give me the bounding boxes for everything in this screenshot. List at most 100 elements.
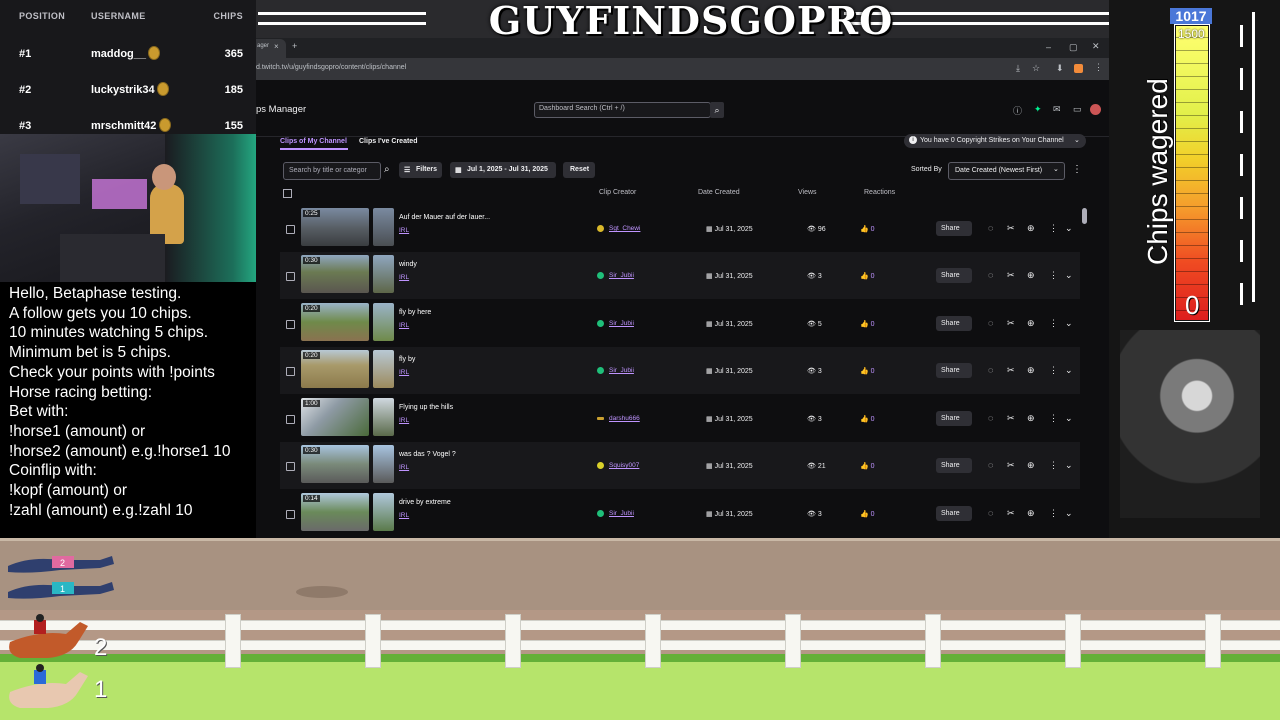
share-button[interactable]: Share	[936, 411, 972, 426]
more-options-icon[interactable]: ⋮	[1049, 508, 1058, 519]
add-circle-icon[interactable]: ⊕	[1027, 318, 1035, 329]
clip-reactions[interactable]: 👍 0	[860, 415, 875, 423]
add-circle-icon[interactable]: ⊕	[1027, 460, 1035, 471]
scrollbar[interactable]	[1082, 208, 1087, 224]
activity-icon[interactable]: ✦	[1034, 104, 1042, 115]
avatar[interactable]	[1090, 104, 1101, 115]
chevron-down-icon[interactable]: ⌄	[1065, 508, 1073, 519]
column-reactions[interactable]: Reactions	[864, 189, 895, 196]
select-all-checkbox[interactable]	[283, 189, 292, 198]
share-button[interactable]: Share	[936, 458, 972, 473]
column-views[interactable]: Views	[798, 189, 817, 196]
whispers-icon[interactable]: ▭	[1073, 104, 1082, 115]
clip-title[interactable]: fly by here	[399, 309, 431, 316]
extension-icon[interactable]	[1074, 64, 1083, 73]
tab-clips-of-my-channel[interactable]: Clips of My Channel	[280, 138, 347, 145]
maximize-icon[interactable]: ▢	[1069, 42, 1078, 53]
sort-dropdown[interactable]: Date Created (Newest First) ⌄	[948, 162, 1065, 180]
dashboard-search-input[interactable]: Dashboard Search (Ctrl + /)	[534, 102, 711, 118]
clip-category[interactable]: IRL	[399, 227, 409, 234]
copyright-strikes-dropdown[interactable]: i You have 0 Copyright Strikes on Your C…	[904, 134, 1086, 148]
add-circle-icon[interactable]: ⊕	[1027, 413, 1035, 424]
chevron-down-icon[interactable]: ⌄	[1065, 460, 1073, 471]
row-checkbox[interactable]	[286, 367, 295, 376]
add-circle-icon[interactable]: ⊕	[1027, 270, 1035, 281]
window-close-icon[interactable]: ✕	[1092, 41, 1100, 52]
tab-clips-i-created[interactable]: Clips I've Created	[359, 138, 417, 145]
more-options-icon[interactable]: ⋮	[1049, 318, 1058, 329]
scissors-icon[interactable]: ✂	[1007, 270, 1015, 281]
add-circle-icon[interactable]: ⊕	[1027, 365, 1035, 376]
clip-row[interactable]: 0:20 fly by IRL Sir_Jubii ▦ Jul 31, 2025…	[280, 347, 1080, 394]
scissors-icon[interactable]: ✂	[1007, 318, 1015, 329]
clip-creator[interactable]: Sir_Jubii	[609, 367, 634, 374]
row-checkbox[interactable]	[286, 272, 295, 281]
more-options-icon[interactable]: ⋮	[1049, 223, 1058, 234]
share-button[interactable]: Share	[936, 363, 972, 378]
clip-cycle-icon[interactable]: ◌	[988, 413, 993, 423]
row-checkbox[interactable]	[286, 415, 295, 424]
clip-cycle-icon[interactable]: ◌	[988, 508, 993, 518]
clip-title[interactable]: Flying up the hills	[399, 404, 453, 411]
filters-button[interactable]: ☰ Filters	[399, 162, 442, 178]
clip-creator[interactable]: Squisy007	[609, 462, 639, 469]
clip-reactions[interactable]: 👍 0	[860, 272, 875, 280]
share-button[interactable]: Share	[936, 316, 972, 331]
clip-row[interactable]: 0:30 windy IRL Sir_Jubii ▦ Jul 31, 2025 …	[280, 252, 1080, 299]
url-text[interactable]: d.twitch.tv/u/guyfindsgopro/content/clip…	[256, 64, 406, 71]
more-options-icon[interactable]: ⋮	[1049, 365, 1058, 376]
clip-reactions[interactable]: 👍 0	[860, 367, 875, 375]
clip-reactions[interactable]: 👍 0	[860, 320, 875, 328]
minimize-icon[interactable]: –	[1046, 42, 1051, 52]
row-checkbox[interactable]	[286, 320, 295, 329]
clip-reactions[interactable]: 👍 0	[860, 510, 875, 518]
share-button[interactable]: Share	[936, 506, 972, 521]
row-checkbox[interactable]	[286, 225, 295, 234]
clip-category[interactable]: IRL	[399, 417, 409, 424]
chevron-down-icon[interactable]: ⌄	[1065, 270, 1073, 281]
share-button[interactable]: Share	[936, 268, 972, 283]
clip-row[interactable]: 0:14 drive by extreme IRL Sir_Jubii ▦ Ju…	[280, 490, 1080, 537]
clip-title[interactable]: was das ? Vogel ?	[399, 451, 456, 458]
share-button[interactable]: Share	[936, 221, 972, 236]
more-options-icon[interactable]: ⋮	[1049, 270, 1058, 281]
clip-cycle-icon[interactable]: ◌	[988, 318, 993, 328]
column-clip-creator[interactable]: Clip Creator	[599, 189, 636, 196]
clip-category[interactable]: IRL	[399, 512, 409, 519]
search-icon[interactable]: ⌕	[710, 102, 724, 118]
clip-title[interactable]: drive by extreme	[399, 499, 451, 506]
more-options-icon[interactable]: ⋮	[1049, 460, 1058, 471]
clip-row[interactable]: 1:00 Flying up the hills IRL darshu666 ▦…	[280, 395, 1080, 442]
chevron-down-icon[interactable]: ⌄	[1065, 318, 1073, 329]
browser-menu-icon[interactable]: ⋮	[1094, 62, 1103, 73]
clip-cycle-icon[interactable]: ◌	[988, 460, 993, 470]
more-options-icon[interactable]: ⋮	[1049, 413, 1058, 424]
add-circle-icon[interactable]: ⊕	[1027, 223, 1035, 234]
clip-creator[interactable]: Sgt_Chewi	[609, 225, 640, 232]
clip-creator[interactable]: Sir_Jubii	[609, 320, 634, 327]
clip-cycle-icon[interactable]: ◌	[988, 223, 993, 233]
clip-category[interactable]: IRL	[399, 322, 409, 329]
clip-category[interactable]: IRL	[399, 274, 409, 281]
clip-category[interactable]: IRL	[399, 369, 409, 376]
row-checkbox[interactable]	[286, 462, 295, 471]
scissors-icon[interactable]: ✂	[1007, 413, 1015, 424]
date-range-button[interactable]: ▦ Jul 1, 2025 - Jul 31, 2025	[450, 162, 556, 178]
chevron-down-icon[interactable]: ⌄	[1065, 223, 1073, 234]
row-checkbox[interactable]	[286, 510, 295, 519]
scissors-icon[interactable]: ✂	[1007, 223, 1015, 234]
clip-row[interactable]: 0:25 Auf der Mauer auf der lauer... IRL …	[280, 205, 1080, 252]
clip-creator[interactable]: Sir_Jubii	[609, 272, 634, 279]
clip-reactions[interactable]: 👍 0	[860, 462, 875, 470]
chevron-down-icon[interactable]: ⌄	[1065, 365, 1073, 376]
chevron-down-icon[interactable]: ⌄	[1065, 413, 1073, 424]
clip-cycle-icon[interactable]: ◌	[988, 365, 993, 375]
reset-button[interactable]: Reset	[563, 162, 595, 178]
scissors-icon[interactable]: ✂	[1007, 508, 1015, 519]
browser-tab[interactable]: ager ×	[256, 39, 286, 58]
search-icon[interactable]: ⌕	[384, 164, 390, 175]
clip-search-input[interactable]: Search by title or categor	[283, 162, 381, 180]
help-icon[interactable]: ⓘ	[1013, 104, 1022, 117]
bookmark-star-icon[interactable]: ☆	[1032, 63, 1040, 74]
download-icon[interactable]: ⤓	[1016, 63, 1020, 74]
